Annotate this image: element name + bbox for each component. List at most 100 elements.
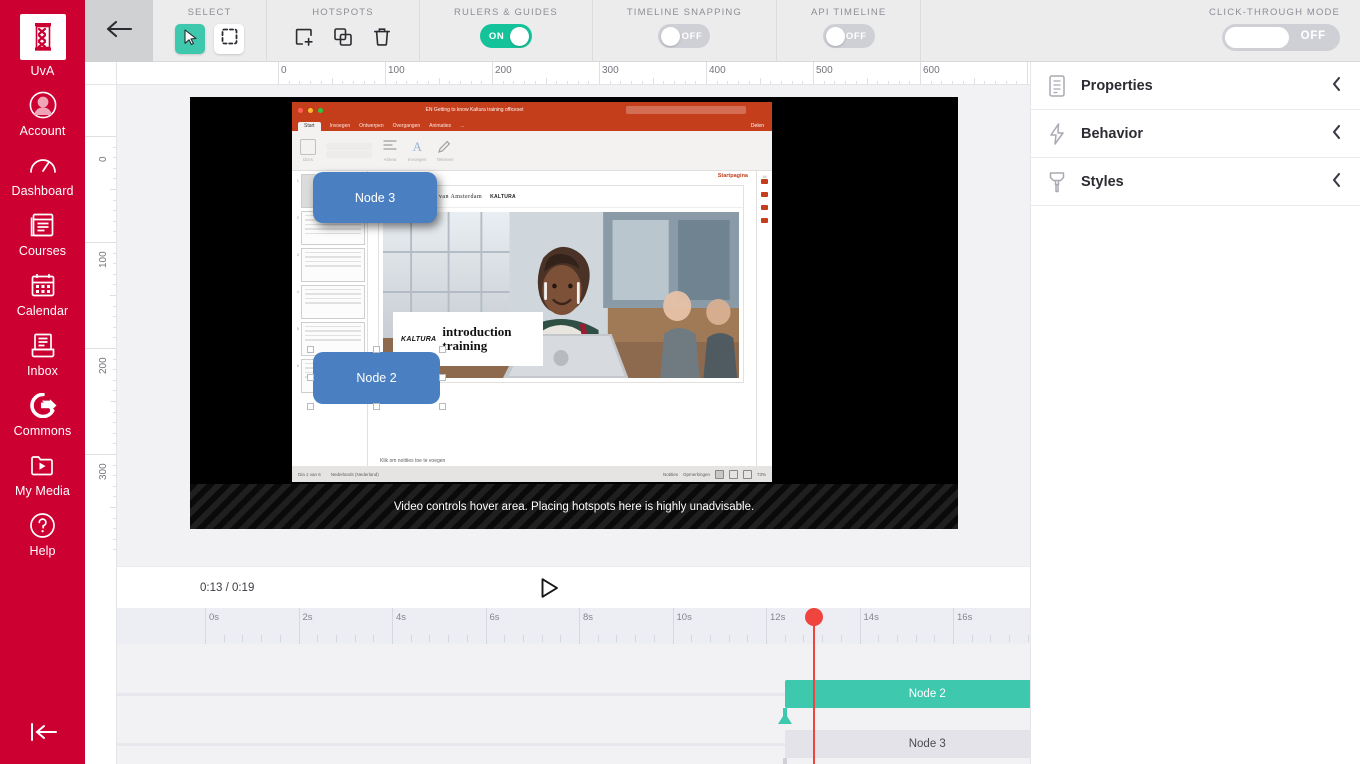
ribbon-tab-start[interactable]: Start [298,122,321,131]
sidebar-item-courses[interactable]: Courses [0,199,85,259]
sidebar-item-commons[interactable]: Commons [0,379,85,439]
slide-number: 6 [294,359,299,368]
ribbon-tab-ontwerpen[interactable]: Ontwerpen [359,123,383,131]
ribbon-tab-overgangen[interactable]: Overgangen [393,123,421,131]
inspector-section-styles[interactable]: Styles [1031,158,1360,206]
ruler-minor-tick [289,81,290,85]
status-zoom-level[interactable]: 73% [757,472,766,477]
comment-pin-icon[interactable] [761,192,768,197]
resize-handle-w[interactable] [307,374,314,381]
vertical-ruler[interactable]: 0100200300 [85,85,117,764]
view-sorter-icon[interactable] [729,470,738,479]
duplicate-hotspot-button[interactable] [328,24,358,54]
notes-placeholder[interactable]: Klik om notities toe te voegen [380,458,445,464]
horizontal-ruler[interactable]: 0100200300400500600700 [117,62,1030,85]
chevron-left-icon[interactable] [1331,172,1342,192]
ribbon-group-tekenen[interactable]: Tekenen [437,139,454,162]
nav-collapse-button[interactable] [0,721,85,748]
cursor-arrow-tool-button[interactable] [175,24,205,54]
delete-hotspot-button[interactable] [367,24,397,54]
ruler-minor-tick [113,359,117,360]
resize-handle-n[interactable] [373,346,380,353]
add-hotspot-button[interactable] [289,24,319,54]
comment-pin-icon[interactable] [761,218,768,223]
status-notes-button[interactable]: Notities [663,472,678,477]
toolbar-group-title-rulers: RULERS & GUIDES [454,7,558,18]
timeline-minor-tick [897,635,898,642]
ruler-minor-tick [113,528,117,529]
chevron-left-icon[interactable] [1331,76,1342,96]
comment-pin-icon[interactable] [761,179,768,184]
inspector-section-properties[interactable]: Properties [1031,62,1360,110]
ribbon-tab-animaties[interactable]: Animaties [429,123,451,131]
timeline-playhead[interactable] [813,608,815,764]
resize-handle-s[interactable] [373,403,380,410]
timeline-label: 16s [957,612,972,623]
ribbon-tab-overflow[interactable]: ... [460,123,464,131]
sidebar-item-calendar[interactable]: Calendar [0,259,85,319]
powerpoint-window: EN Getting to know Kaltura training offi… [292,102,772,482]
ruler-minor-tick [1006,81,1007,85]
view-reading-icon[interactable] [743,470,752,479]
sidebar-item-help[interactable]: Help [0,499,85,559]
slide-layout-icon [300,139,316,155]
hotspot-node-3[interactable]: Node 3 [313,172,437,223]
resize-handle-se[interactable] [439,403,446,410]
timeline-clip-node-2-start-handle[interactable] [778,708,792,724]
resize-handle-sw[interactable] [307,403,314,410]
timeline-label: 10s [677,612,692,623]
ruler-minor-tick [663,81,664,85]
rulers-guides-toggle[interactable]: ON [480,24,532,48]
timeline-playhead-knob[interactable] [805,608,823,626]
window-minimize-dot [308,108,313,113]
view-normal-icon[interactable] [715,470,724,479]
powerpoint-window-title: EN Getting to know Kaltura training offi… [425,107,523,113]
inspector-section-behavior[interactable]: Behavior [1031,110,1360,158]
back-button[interactable] [85,0,153,62]
resize-handle-nw[interactable] [307,346,314,353]
api-timeline-toggle[interactable]: OFF [823,24,875,48]
sidebar-item-dashboard[interactable]: Dashboard [0,139,85,199]
timeline-minor-tick [822,635,823,642]
resize-handle-e[interactable] [439,374,446,381]
comment-pin-icon[interactable] [761,205,768,210]
timeline-minor-tick [242,635,243,642]
ribbon-tab-invoegen[interactable]: Invoegen [330,123,351,131]
ribbon-group-font[interactable] [326,143,372,158]
sidebar-item-account[interactable]: Account [0,79,85,139]
ruler-minor-tick [113,316,117,317]
video-controls-hover-band: Video controls hover area. Placing hotsp… [190,484,958,529]
timeline-minor-tick [523,635,524,642]
resize-handle-ne[interactable] [439,346,446,353]
slide-thumbnail-row[interactable]: 4 [294,285,365,319]
ribbon-group-invoegen[interactable]: A Invoegen [408,139,427,162]
ruler-minor-tick [567,81,568,85]
sidebar-item-uva[interactable]: UvA [0,0,85,79]
hotspot-node-2[interactable]: Node 2 [313,352,440,404]
click-through-mode-toggle[interactable]: OFF [1222,24,1340,51]
sidebar-item-my-media[interactable]: My Media [0,439,85,499]
powerpoint-search-box[interactable] [626,106,746,114]
ribbon-group-alinea[interactable]: Alinea [382,139,398,162]
timeline-snapping-toggle[interactable]: OFF [658,24,710,48]
ribbon-group-dias[interactable]: Dia's [300,139,316,162]
timeline-clip-node-3-start-handle[interactable] [778,758,792,764]
status-comments-button[interactable]: Opmerkingen [683,472,710,477]
handle-triangle [778,713,792,724]
status-view-controls[interactable]: Notities Opmerkingen 73% [663,470,766,479]
video-stage[interactable]: EN Getting to know Kaltura training offi… [190,97,958,529]
timeline-ruler[interactable]: 0s2s4s6s8s10s12s14s16s18s [117,608,1030,644]
timeline-clip-node-3[interactable]: Node 3 [785,730,1070,758]
slide-thumbnail[interactable] [301,248,365,282]
ribbon-share-button[interactable]: Delen [751,123,764,131]
timeline-clip-node-2[interactable]: Node 2 [785,680,1070,708]
slide-thumbnail[interactable] [301,285,365,319]
timeline-minor-tick [916,635,917,642]
comments-side-rail[interactable]: Atl [756,171,772,466]
slide-thumbnail-row[interactable]: 3 [294,248,365,282]
ruler-minor-tick [113,549,117,550]
timeline-minor-tick [972,635,973,642]
chevron-left-icon[interactable] [1331,124,1342,144]
marquee-select-tool-button[interactable] [214,24,244,54]
sidebar-item-inbox[interactable]: Inbox [0,319,85,379]
